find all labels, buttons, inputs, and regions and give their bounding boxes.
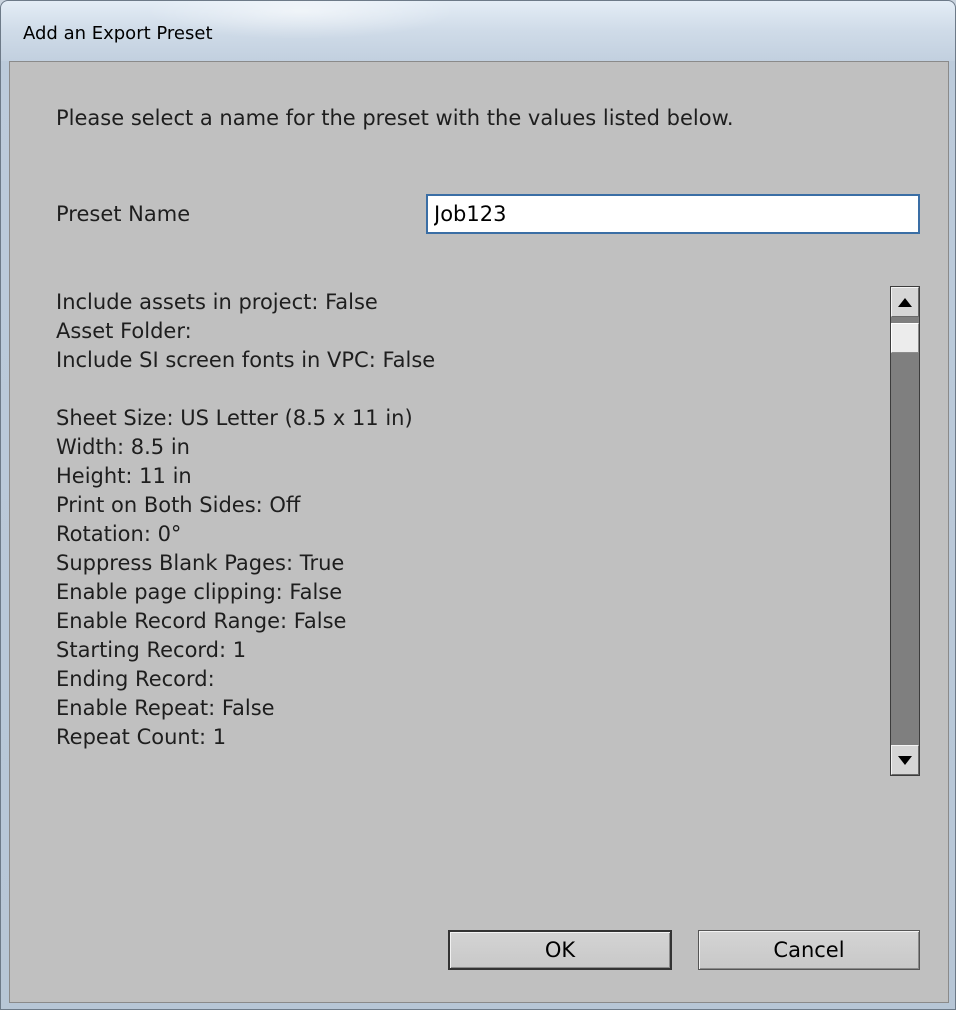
- export-preset-dialog: Add an Export Preset Please select a nam…: [0, 0, 956, 1010]
- value-line: Include assets in project: False: [56, 290, 378, 314]
- value-line: Enable Record Range: False: [56, 609, 347, 633]
- value-line: Width: 8.5 in: [56, 435, 190, 459]
- cancel-button[interactable]: Cancel: [698, 930, 920, 970]
- values-scrollbar[interactable]: [890, 286, 920, 776]
- value-line: Print on Both Sides: Off: [56, 493, 301, 517]
- values-group-sheet: Sheet Size: US Letter (8.5 x 11 in) Widt…: [56, 404, 876, 752]
- scroll-up-arrow-icon: [898, 297, 912, 307]
- scroll-thumb[interactable]: [891, 323, 919, 353]
- preset-name-input[interactable]: [426, 194, 920, 234]
- value-line: Enable Repeat: False: [56, 696, 275, 720]
- value-line: Asset Folder:: [56, 319, 192, 343]
- preset-name-label: Preset Name: [56, 202, 191, 226]
- value-line: Ending Record:: [56, 667, 215, 691]
- value-line: Starting Record: 1: [56, 638, 247, 662]
- value-line: Enable page clipping: False: [56, 580, 343, 604]
- scroll-down-button[interactable]: [891, 745, 919, 775]
- preset-values-list[interactable]: Include assets in project: False Asset F…: [56, 288, 876, 781]
- title-bar[interactable]: Add an Export Preset: [1, 1, 955, 61]
- value-line: Sheet Size: US Letter (8.5 x 11 in): [56, 406, 413, 430]
- instruction-text: Please select a name for the preset with…: [56, 106, 734, 130]
- value-line: Suppress Blank Pages: True: [56, 551, 345, 575]
- window-title: Add an Export Preset: [23, 23, 213, 44]
- scroll-down-arrow-icon: [898, 755, 912, 765]
- dialog-body: Please select a name for the preset with…: [9, 61, 949, 1003]
- value-line: Rotation: 0°: [56, 522, 182, 546]
- value-line: Height: 11 in: [56, 464, 192, 488]
- values-group-assets: Include assets in project: False Asset F…: [56, 288, 876, 375]
- value-line: Repeat Count: 1: [56, 725, 227, 749]
- ok-button[interactable]: OK: [448, 930, 672, 970]
- value-line: Include SI screen fonts in VPC: False: [56, 348, 436, 372]
- scroll-up-button[interactable]: [891, 287, 919, 317]
